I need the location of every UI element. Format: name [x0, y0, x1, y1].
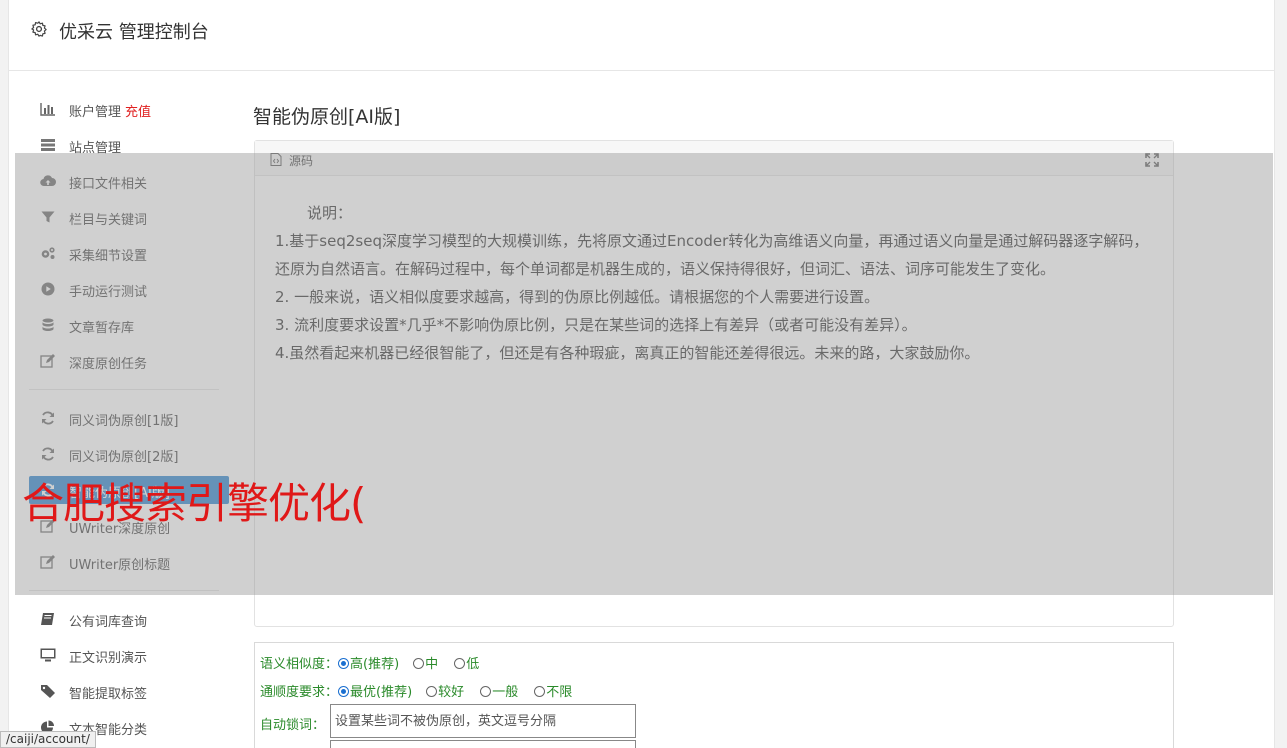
book-icon [41, 613, 54, 625]
radio-icon[interactable] [426, 686, 438, 697]
recharge-link[interactable]: 充值 [125, 105, 151, 120]
radio-icon[interactable] [338, 658, 350, 669]
radio-icon[interactable] [338, 686, 350, 697]
sidebar-item-label: 公有词库查询 [69, 615, 148, 630]
monitor-icon [40, 648, 56, 662]
fluency-option-best[interactable]: 最优(推荐) [338, 685, 412, 700]
sidebar-item-label: 账户管理 [69, 105, 122, 120]
options-form: 语义相似度： 高(推荐) 中 低 通顺度要求： 最优(推荐) 较好 一般 不限 自动锁词： [254, 642, 1174, 748]
page-title: 智能伪原创[AI版] [253, 106, 401, 128]
fluency-label: 通顺度要求： [260, 685, 339, 700]
lock-words-input[interactable] [330, 704, 636, 738]
app-title: 优采云 管理控制台 [59, 22, 209, 43]
similarity-option-mid[interactable]: 中 [413, 657, 438, 672]
gear-icon [31, 21, 47, 37]
watermark-text: 合肥搜索引擎优化( [22, 479, 366, 528]
similarity-label: 语义相似度： [260, 657, 339, 672]
radio-icon[interactable] [534, 686, 546, 697]
lock-words-label: 自动锁词： [260, 718, 326, 733]
sidebar-item-account[interactable]: 账户管理 充值 [29, 95, 229, 123]
similarity-option-low[interactable]: 低 [454, 657, 479, 672]
radio-icon[interactable] [454, 658, 466, 669]
status-bar-url: /caiji/account/ [0, 731, 96, 748]
bar-chart-icon [40, 103, 55, 116]
header: 优采云 管理控制台 [9, 0, 1274, 71]
similarity-option-high[interactable]: 高(推荐) [338, 657, 399, 672]
sidebar-item-public-dict[interactable]: 公有词库查询 [29, 605, 229, 633]
radio-icon[interactable] [413, 658, 425, 669]
server-icon [41, 139, 55, 151]
fluency-option-good[interactable]: 较好 [426, 685, 464, 700]
sidebar-item-label: 智能提取标签 [69, 687, 148, 702]
sidebar-item-text-recognition[interactable]: 正文识别演示 [29, 641, 229, 669]
fluency-option-normal[interactable]: 一般 [480, 685, 518, 700]
similarity-row: 语义相似度： 高(推荐) 中 低 [260, 653, 479, 672]
secondary-input[interactable] [330, 740, 636, 748]
sidebar-item-label: 正文识别演示 [69, 651, 148, 666]
tag-icon [41, 685, 55, 698]
sidebar-item-tag-extract[interactable]: 智能提取标签 [29, 677, 229, 705]
radio-icon[interactable] [480, 686, 492, 697]
fluency-option-any[interactable]: 不限 [534, 685, 572, 700]
fluency-row: 通顺度要求： 最优(推荐) 较好 一般 不限 [260, 681, 572, 700]
